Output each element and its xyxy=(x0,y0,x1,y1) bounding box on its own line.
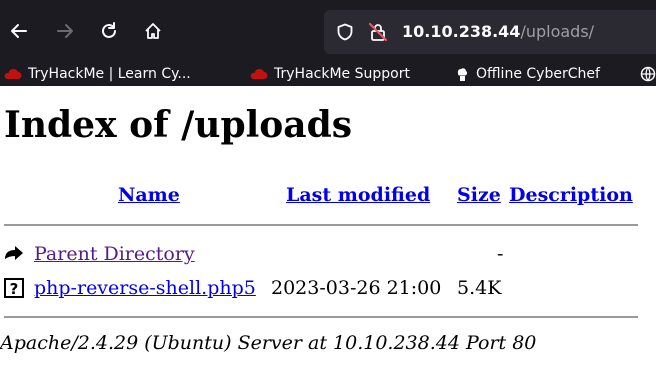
bookmark-label: Offline CyberChef xyxy=(476,66,600,82)
bookmark-label: TryHackMe Support xyxy=(274,66,410,82)
back-icon xyxy=(5,246,23,260)
reload-button[interactable] xyxy=(94,16,124,46)
tryhackme-icon xyxy=(250,68,268,79)
bookmark-label: TryHackMe | Learn Cy... xyxy=(28,66,191,82)
url-bar[interactable]: 10.10.238.44/uploads/ xyxy=(324,10,656,54)
column-header-name[interactable]: Name xyxy=(118,184,180,206)
back-button[interactable] xyxy=(4,16,34,46)
server-signature: Apache/2.4.29 (Ubuntu) Server at 10.10.2… xyxy=(0,332,537,354)
column-header-last-modified[interactable]: Last modified xyxy=(286,184,430,206)
unknown-file-icon: ? xyxy=(4,278,24,298)
arrow-left-icon xyxy=(11,24,27,38)
url-text[interactable]: 10.10.238.44/uploads/ xyxy=(402,22,594,41)
bookmarks-bar: TryHackMe | Learn Cy... TryHackMe Suppor… xyxy=(0,64,656,86)
bookmark-offline-cyberchef[interactable]: Offline CyberChef xyxy=(454,66,600,82)
globe-icon xyxy=(640,66,656,82)
tryhackme-icon xyxy=(4,68,22,79)
arrow-right-icon xyxy=(57,24,73,38)
forward-button[interactable] xyxy=(50,16,80,46)
row-size: 5.4K xyxy=(457,277,502,299)
column-header-description[interactable]: Description xyxy=(509,184,633,206)
home-icon xyxy=(145,23,161,39)
cyberchef-icon xyxy=(457,68,468,81)
column-header-size[interactable]: Size xyxy=(457,184,501,206)
svg-text:?: ? xyxy=(10,280,19,298)
header-divider xyxy=(4,224,638,226)
insecure-lock-icon[interactable] xyxy=(368,22,388,42)
row-size: - xyxy=(497,243,504,265)
bookmark-tryhackme-support[interactable]: TryHackMe Support xyxy=(250,66,410,82)
url-host: 10.10.238.44 xyxy=(402,22,521,41)
url-path: /uploads/ xyxy=(520,22,595,41)
shield-icon[interactable] xyxy=(336,23,354,41)
file-link[interactable]: php-reverse-shell.php5 xyxy=(34,277,256,299)
reload-icon xyxy=(102,22,116,38)
parent-directory-link[interactable]: Parent Directory xyxy=(34,243,195,265)
home-button[interactable] xyxy=(138,16,168,46)
bookmark-tryhackme-learn[interactable]: TryHackMe | Learn Cy... xyxy=(4,66,191,82)
browser-toolbar: 10.10.238.44/uploads/ xyxy=(0,0,656,64)
footer-divider xyxy=(4,316,638,318)
page-title: Index of /uploads xyxy=(4,104,353,146)
bookmark-globe[interactable] xyxy=(640,66,656,82)
row-last-modified: 2023-03-26 21:00 xyxy=(271,277,442,299)
